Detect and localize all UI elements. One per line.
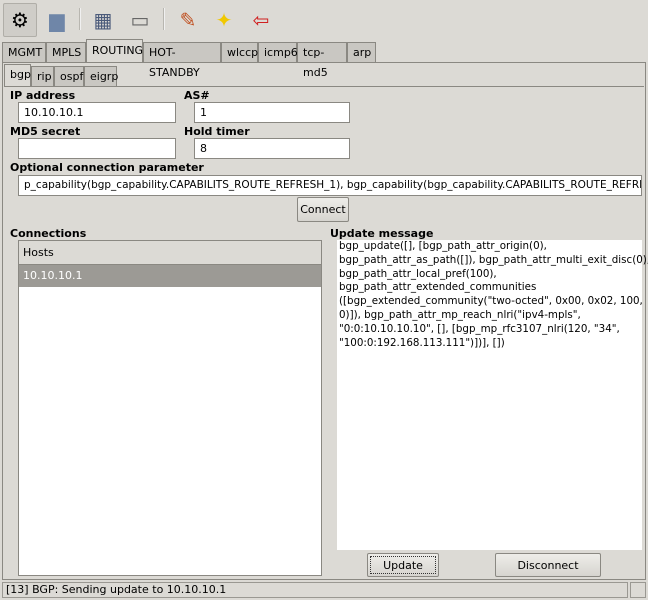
subtab-eigrp[interactable]: eigrp (84, 66, 118, 87)
subtab-rip[interactable]: rip (31, 66, 54, 87)
hold-timer-input[interactable]: 8 (194, 138, 350, 159)
update-message-text[interactable]: bgp_update([], [bgp_path_attr_origin(0),… (337, 240, 648, 550)
update-message-line: ([bgp_extended_community("two-octed", 0x… (339, 295, 643, 308)
separator (163, 8, 165, 30)
tab-tcp-md5[interactable]: tcp-md5 (297, 42, 347, 79)
window-icon[interactable]: ▭ (123, 3, 157, 37)
host-row[interactable]: 10.10.10.1 (19, 265, 321, 287)
gears-icon[interactable]: ⚙ (3, 3, 37, 37)
ip-input[interactable]: 10.10.10.1 (18, 102, 176, 123)
update-message-line: bgp_path_attr_as_path([]), bgp_path_attr… (339, 253, 648, 266)
as-label: AS# (184, 89, 210, 102)
update-message-line: bgp_path_attr_local_pref(100), (339, 267, 497, 280)
tab-icmp6[interactable]: icmp6 (258, 42, 298, 63)
tab-mgmt[interactable]: MGMT (2, 42, 46, 63)
update-message-line: "0:0:10.10.10.10", [], [bgp_mp_rfc3107_n… (339, 322, 620, 335)
hold-timer-label: Hold timer (184, 125, 250, 138)
exit-icon[interactable]: ⇦ (244, 3, 278, 37)
md5-input[interactable] (18, 138, 176, 159)
optional-param-label: Optional connection parameter (10, 161, 204, 174)
edit-icon[interactable]: ✎ (171, 3, 205, 37)
status-bar: [13] BGP: Sending update to 10.10.10.1 (2, 582, 628, 598)
connections-list[interactable]: Hosts 10.10.10.1 (18, 240, 322, 576)
star-icon[interactable]: ✦ (207, 3, 241, 37)
tab-routing[interactable]: ROUTING (86, 39, 143, 63)
update-message-line: bgp_update([], [bgp_path_attr_origin(0), (339, 240, 547, 252)
resize-grip[interactable] (630, 582, 646, 598)
tab-wlccp[interactable]: wlccp (221, 42, 258, 63)
update-message-label: Update message (330, 227, 434, 240)
as-input[interactable]: 1 (194, 102, 350, 123)
subtab-bgp[interactable]: bgp (4, 64, 31, 87)
folder-icon[interactable]: ▆ (40, 3, 74, 37)
update-button[interactable]: Update (367, 553, 439, 577)
ip-label: IP address (10, 89, 76, 102)
connect-button[interactable]: Connect (297, 197, 349, 222)
connections-label: Connections (10, 227, 87, 240)
disconnect-button[interactable]: Disconnect (495, 553, 601, 577)
md5-label: MD5 secret (10, 125, 81, 138)
subtab-ospf[interactable]: ospf (54, 66, 84, 87)
update-message-line: bgp_path_attr_extended_communities (339, 281, 537, 294)
network-icon[interactable]: ▦ (86, 3, 120, 37)
separator (79, 8, 81, 30)
tab-arp[interactable]: arp (347, 42, 376, 63)
tab-mpls[interactable]: MPLS (46, 42, 86, 63)
hosts-column-header[interactable]: Hosts (19, 241, 321, 265)
update-message-line: 0)]), bgp_path_attr_mp_reach_nlri("ipv4-… (339, 308, 581, 321)
tab-hot-standby[interactable]: HOT-STANDBY (143, 42, 221, 79)
optional-param-input[interactable]: p_capability(bgp_capability.CAPABILITS_R… (18, 175, 642, 196)
update-message-line: "100:0:192.168.113.111")])], []) (339, 336, 505, 349)
